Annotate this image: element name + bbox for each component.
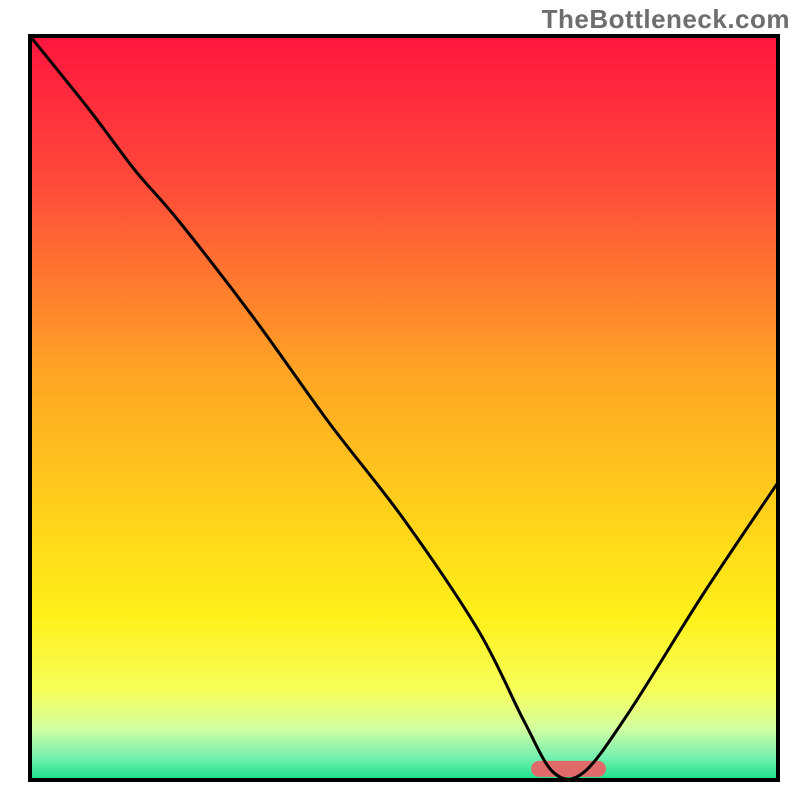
watermark-label: TheBottleneck.com — [542, 4, 790, 35]
gradient-background — [30, 36, 778, 780]
bottleneck-chart — [0, 0, 800, 800]
chart-container: TheBottleneck.com — [0, 0, 800, 800]
